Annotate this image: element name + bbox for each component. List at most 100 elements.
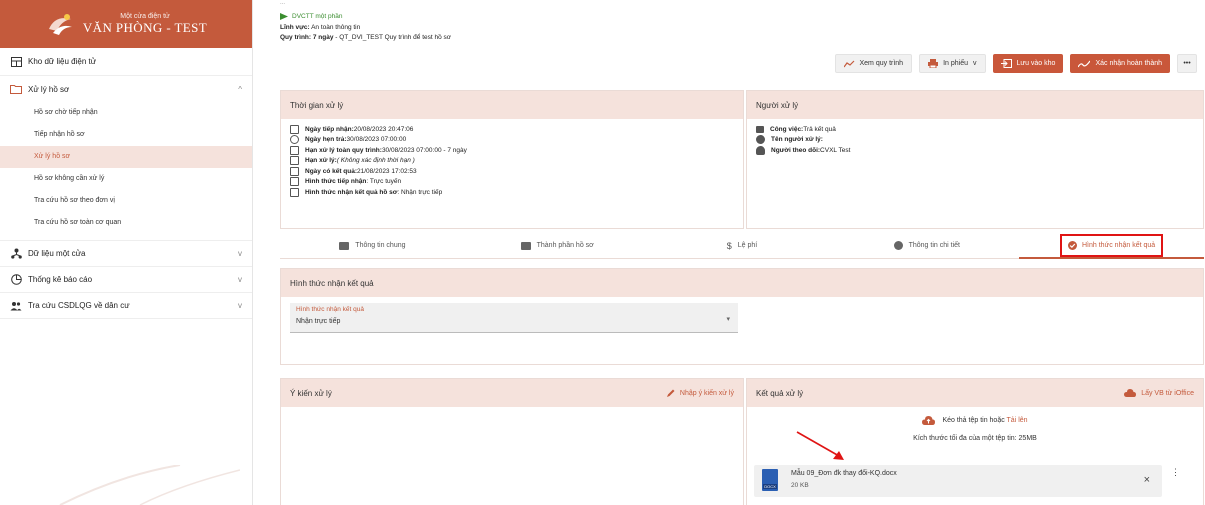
main-content: ... DVCTT một phần Lĩnh vực: An toàn thô…	[261, 0, 1205, 505]
return-icon	[290, 135, 299, 145]
active-tab-underline	[1019, 257, 1204, 259]
cloud-upload-icon	[1124, 389, 1137, 397]
info-line: Hình thức nhận kết quả hồ sơ : Nhận trực…	[290, 187, 734, 198]
info-icon	[893, 241, 903, 250]
user-circle-icon	[756, 135, 765, 145]
chevron-down-icon: v	[238, 249, 242, 258]
tab-label: Thông tin chung	[355, 242, 406, 249]
info-label: Hình thức nhận kết quả hồ sơ	[305, 188, 398, 196]
signature-icon	[1078, 60, 1091, 67]
info-label: Tên người xử lý:	[771, 136, 823, 144]
docx-file-icon: DOCX	[762, 469, 778, 491]
chevron-down-icon: v	[973, 60, 977, 67]
sidebar-item-xu-ly-ho-so[interactable]: Xử lý hồ sơ	[0, 146, 252, 168]
sidebar-item-tra-cuu-don-vi[interactable]: Tra cứu hồ sơ theo đơn vị	[0, 190, 252, 212]
dropdown-arrow-icon: ▾	[726, 316, 730, 323]
network-icon	[10, 248, 22, 260]
tab-thong-tin-chi-tiet[interactable]: Thông tin chi tiết	[834, 233, 1019, 258]
sidebar-item-tiep-nhan[interactable]: Tiếp nhận hồ sơ	[0, 124, 252, 146]
sidebar-item-kho[interactable]: Kho dữ liệu điện tử	[0, 48, 252, 76]
tab-thong-tin-chung[interactable]: Thông tin chung	[280, 233, 465, 258]
sidebar-group-label: Thống kê báo cáo	[28, 275, 93, 284]
sidebar-group-csdlqg[interactable]: Tra cứu CSDLQG về dân cư v	[0, 293, 252, 319]
result-panel: Kết quả xử lý Lấy VB từ iOffice Kéo thả …	[746, 378, 1204, 505]
tab-hinh-thuc-nhan-ket-qua[interactable]: Hình thức nhận kết quả	[1019, 233, 1204, 259]
logo-subtitle: Một cửa điện tử	[120, 13, 170, 20]
remove-file-icon[interactable]: ×	[1144, 474, 1150, 486]
logo-title: VĂN PHÒNG - TEST	[82, 19, 208, 35]
info-value: 30/08/2023 07:00:00	[346, 136, 407, 144]
view-process-button[interactable]: Xem quy trình	[834, 54, 913, 73]
info-line: Ngày tiếp nhận: 20/08/2023 20:47:06	[290, 124, 734, 135]
upload-link[interactable]: Tải lên	[1007, 417, 1028, 424]
arrow-right-icon	[280, 13, 288, 20]
chevron-down-icon: v	[238, 275, 242, 284]
save-to-storage-button[interactable]: Lưu vào kho	[992, 54, 1064, 73]
dvctt-label: DVCTT một phần	[292, 13, 343, 20]
quy-trinh-line: Quy trình: 7 ngày - QT_DVI_TEST Quy trìn…	[280, 34, 451, 41]
red-arrow-annotation	[796, 431, 844, 460]
sidebar-group-thong-ke[interactable]: Thống kê báo cáo v	[0, 267, 252, 293]
info-label: Ngày tiếp nhận:	[305, 125, 354, 133]
result-method-select[interactable]: Hình thức nhận kết quả Nhận trực tiếp ▾	[290, 303, 738, 333]
import-icon	[1000, 59, 1012, 68]
info-value: : Trực tuyến	[366, 178, 402, 186]
tab-thanh-phan-ho-so[interactable]: Thành phần hồ sơ	[465, 233, 650, 258]
opinion-title: Ý kiến xử lý	[290, 388, 332, 398]
file-size: 20 KB	[791, 482, 809, 489]
info-value: CVXL Test	[820, 146, 851, 154]
tab-label: Thành phần hồ sơ	[536, 242, 594, 249]
vertical-ellipsis-icon[interactable]: ⋮	[1171, 468, 1180, 477]
pencil-icon	[666, 389, 675, 397]
info-value: ( Không xác định thời hạn )	[336, 157, 415, 165]
handler-title: Người xử lý	[747, 91, 1203, 119]
opinion-header: Ý kiến xử lý Nhập ý kiến xử lý	[281, 379, 743, 407]
sidebar-item-khong-can-xu-ly[interactable]: Hồ sơ không cần xử lý	[0, 168, 252, 190]
print-button[interactable]: In phiếu v	[919, 54, 986, 73]
uploaded-file-card[interactable]: DOCX Mẫu 09_Đơn đk thay đổi-KQ.docx 20 K…	[754, 465, 1162, 497]
ellipsis-icon: •••	[1183, 60, 1191, 67]
calendar-check-icon	[290, 166, 299, 176]
result-method-panel: Hình thức nhận kết quả Hình thức nhận kế…	[280, 268, 1204, 365]
decorative-swoosh	[59, 465, 240, 505]
linh-vuc-label: Lĩnh vực:	[280, 24, 310, 31]
info-value: Trả kết quả	[803, 125, 836, 133]
sidebar-item-tra-cuu-co-quan[interactable]: Tra cứu hồ sơ toàn cơ quan	[0, 212, 252, 234]
drop-zone[interactable]: Kéo thả tệp tin hoặc Tải lên	[747, 416, 1203, 425]
processing-time-panel: Thời gian xử lý Ngày tiếp nhận: 20/08/20…	[280, 90, 744, 229]
inbox-icon	[290, 177, 299, 187]
workflow-icon	[756, 125, 764, 133]
info-line: Người theo dõi: CVXL Test	[756, 145, 1194, 156]
processing-time-list: Ngày tiếp nhận: 20/08/2023 20:47:06 Ngày…	[281, 119, 743, 203]
enter-opinion-link[interactable]: Nhập ý kiến xử lý	[666, 389, 734, 398]
tab-le-phi[interactable]: $ Lệ phí	[650, 233, 835, 258]
user-follow-icon	[756, 145, 765, 155]
get-from-ioffice-link[interactable]: Lấy VB từ iOffice	[1124, 389, 1194, 397]
sidebar-group-du-lieu[interactable]: Dữ liệu một cửa v	[0, 241, 252, 267]
result-method-title: Hình thức nhận kết quả	[281, 269, 1203, 297]
view-process-label: Xem quy trình	[859, 60, 904, 67]
info-line: Tên người xử lý:	[756, 135, 1194, 146]
handler-panel: Người xử lý Công việc: Trả kết quả Tên n…	[746, 90, 1204, 229]
sidebar-item-cho-tiep-nhan[interactable]: Hồ sơ chờ tiếp nhận	[0, 102, 252, 124]
users-icon	[10, 300, 22, 312]
tab-label: Hình thức nhận kết quả	[1081, 242, 1156, 249]
sidebar-group-xu-ly[interactable]: Xử lý hồ sơ ^	[0, 76, 252, 102]
select-value: Nhận trực tiếp	[296, 318, 341, 325]
info-value: 20/08/2023 20:47:06	[353, 125, 414, 133]
grid-icon	[290, 156, 299, 166]
tab-label: Thông tin chi tiết	[908, 242, 960, 249]
storage-icon	[10, 56, 22, 68]
confirm-complete-button[interactable]: Xác nhận hoàn thành	[1070, 54, 1170, 73]
logo-bar[interactable]: Một cửa điện tử VĂN PHÒNG - TEST	[0, 0, 252, 48]
trend-icon	[843, 60, 854, 67]
more-options-button[interactable]: •••	[1177, 54, 1197, 73]
info-line: Hình thức tiếp nhận : Trực tuyến	[290, 177, 734, 188]
deadline-icon	[290, 145, 299, 155]
info-label: Hạn xử lý toàn quy trình:	[305, 146, 382, 154]
info-value: 21/08/2023 17:02:53	[357, 167, 417, 175]
processing-time-title: Thời gian xử lý	[281, 91, 743, 119]
header-cut-line: ...	[280, 0, 286, 6]
inbox-icon	[290, 187, 299, 197]
file-name[interactable]: Mẫu 09_Đơn đk thay đổi-KQ.docx	[791, 470, 897, 477]
